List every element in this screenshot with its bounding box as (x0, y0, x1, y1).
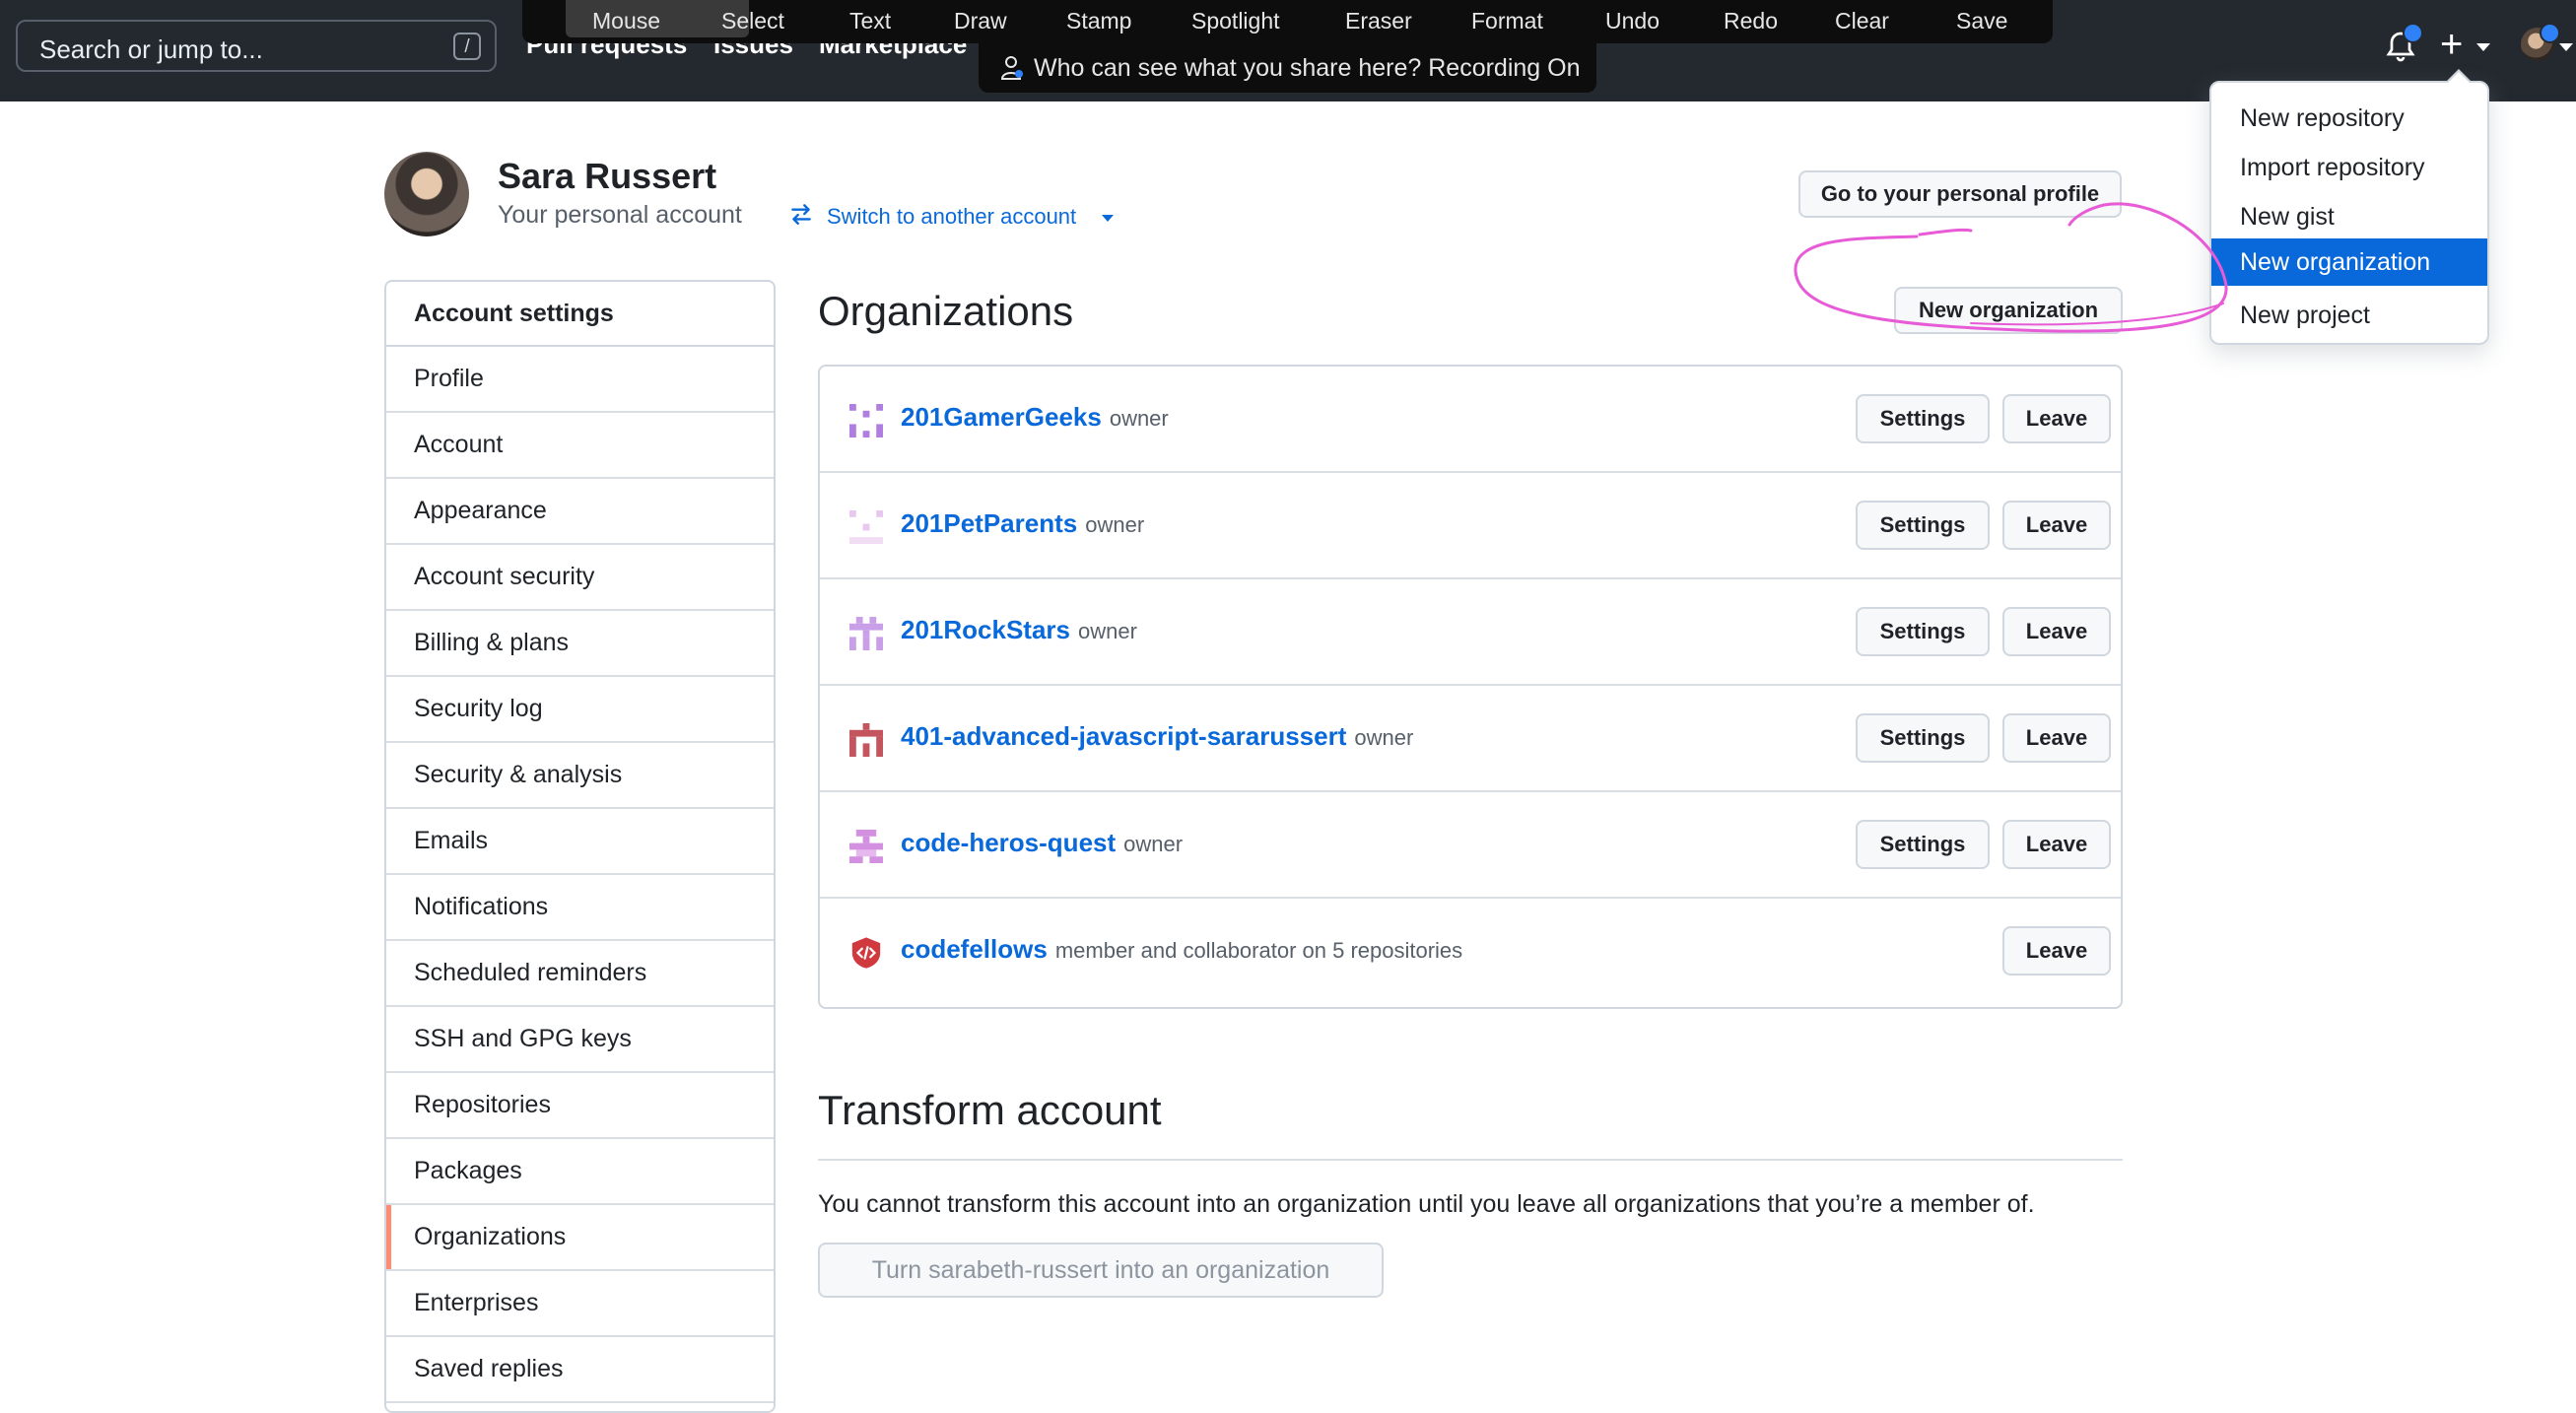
avatar-chevron-down-icon (2559, 43, 2573, 51)
create-dropdown-menu: New repository Import repository New gis… (2209, 81, 2489, 345)
sidebar-item-notifications[interactable]: Notifications (386, 875, 774, 941)
org-role: owner (1123, 832, 1184, 856)
sidebar-item-ssh-gpg-keys[interactable]: SSH and GPG keys (386, 1007, 774, 1073)
tool-save[interactable]: Save (1956, 8, 2007, 34)
org-leave-button[interactable]: Leave (2002, 926, 2111, 976)
tool-draw[interactable]: Draw (954, 8, 1007, 34)
transform-account-button[interactable]: Turn sarabeth-russert into an organizati… (818, 1243, 1384, 1298)
org-leave-button[interactable]: Leave (2002, 820, 2111, 869)
profile-subtitle: Your personal account (498, 201, 742, 229)
sidebar-item-appearance[interactable]: Appearance (386, 479, 774, 545)
org-row: codefellows member and collaborator on 5 … (820, 899, 2121, 1005)
chevron-down-icon (2476, 43, 2490, 51)
menu-item-new-organization[interactable]: New organization (2211, 238, 2487, 286)
sidebar-item-account-security[interactable]: Account security (386, 545, 774, 611)
org-link[interactable]: code-heros-quest owner (901, 828, 1183, 858)
notification-dot (2403, 23, 2423, 43)
org-row: code-heros-quest owner Settings Leave (820, 792, 2121, 899)
sidebar-item-profile[interactable]: Profile (386, 347, 774, 413)
sidebar-item-billing[interactable]: Billing & plans (386, 611, 774, 677)
profile-name: Sara Russert (498, 156, 717, 196)
section-divider (818, 1159, 2123, 1161)
org-identicon-icon (849, 723, 883, 757)
sidebar-item-packages[interactable]: Packages (386, 1139, 774, 1205)
org-leave-button[interactable]: Leave (2002, 394, 2111, 443)
search-input[interactable]: Search or jump to... / (16, 20, 497, 72)
org-role: owner (1109, 406, 1169, 431)
recording-notice-text: Who can see what you share here? Recordi… (1034, 54, 1581, 82)
org-leave-button[interactable]: Leave (2002, 501, 2111, 550)
sidebar-item-account[interactable]: Account (386, 413, 774, 479)
sidebar-item-saved-replies[interactable]: Saved replies (386, 1337, 774, 1403)
org-leave-button[interactable]: Leave (2002, 607, 2111, 656)
org-settings-button[interactable]: Settings (1856, 607, 1990, 656)
switch-chevron-down-icon (1102, 215, 1114, 222)
sidebar-item-security-analysis[interactable]: Security & analysis (386, 743, 774, 809)
sidebar-header: Account settings (386, 282, 774, 347)
org-role: owner (1078, 619, 1137, 643)
sidebar-item-organizations[interactable]: Organizations (386, 1205, 774, 1271)
tool-undo[interactable]: Undo (1605, 8, 1660, 34)
profile-avatar[interactable] (384, 152, 469, 236)
create-new-icon[interactable]: + (2440, 20, 2463, 69)
sidebar-item-repositories[interactable]: Repositories (386, 1073, 774, 1139)
org-identicon-icon (849, 404, 883, 437)
org-settings-button[interactable]: Settings (1856, 501, 1990, 550)
recording-toolbar: Mouse Select Text Draw Stamp Spotlight E… (522, 0, 2053, 43)
sidebar-item-enterprises[interactable]: Enterprises (386, 1271, 774, 1337)
tool-text[interactable]: Text (849, 8, 891, 34)
switch-account-link[interactable]: Switch to another account (827, 204, 1076, 230)
org-settings-button[interactable]: Settings (1856, 713, 1990, 763)
org-role: owner (1354, 725, 1414, 750)
tool-stamp[interactable]: Stamp (1066, 8, 1131, 34)
org-link[interactable]: 201GamerGeeks owner (901, 402, 1169, 433)
sidebar-item-scheduled-reminders[interactable]: Scheduled reminders (386, 941, 774, 1007)
recording-notice[interactable]: Who can see what you share here? Recordi… (979, 43, 1596, 93)
org-role: member and collaborator on 5 repositorie… (1054, 938, 1463, 963)
tool-spotlight[interactable]: Spotlight (1191, 8, 1280, 34)
menu-item-import-repository[interactable]: Import repository (2211, 144, 2487, 191)
sidebar-item-emails[interactable]: Emails (386, 809, 774, 875)
org-row: 401-advanced-javascript-sararussert owner… (820, 686, 2121, 792)
org-settings-button[interactable]: Settings (1856, 820, 1990, 869)
org-row: 201RockStars owner Settings Leave (820, 579, 2121, 686)
menu-item-new-gist[interactable]: New gist (2211, 193, 2487, 240)
menu-item-new-project[interactable]: New project (2211, 292, 2487, 339)
org-link[interactable]: 201RockStars owner (901, 615, 1137, 645)
tool-redo[interactable]: Redo (1724, 8, 1778, 34)
tool-mouse[interactable]: Mouse (592, 8, 660, 34)
tool-eraser[interactable]: Eraser (1345, 8, 1412, 34)
dropdown-arrow-fill (2448, 72, 2470, 83)
tool-format[interactable]: Format (1471, 8, 1543, 34)
org-leave-button[interactable]: Leave (2002, 713, 2111, 763)
org-role: owner (1085, 512, 1145, 537)
organizations-heading: Organizations (818, 288, 1074, 334)
freehand-annotation (1794, 202, 2228, 333)
search-shortcut-key: / (453, 33, 481, 60)
org-row: 201GamerGeeks owner Settings Leave (820, 367, 2121, 473)
global-header: Search or jump to... / Pull requests Iss… (0, 0, 2576, 101)
person-privacy-icon (1000, 56, 1023, 80)
org-link[interactable]: codefellows member and collaborator on 5 … (901, 934, 1462, 965)
avatar-status-dot (2540, 23, 2560, 43)
org-settings-button[interactable]: Settings (1856, 394, 1990, 443)
tool-select[interactable]: Select (721, 8, 784, 34)
search-placeholder: Search or jump to... (39, 34, 263, 64)
menu-item-new-repository[interactable]: New repository (2211, 95, 2487, 142)
org-link[interactable]: 401-advanced-javascript-sararussert owner (901, 721, 1413, 752)
organizations-list: 201GamerGeeks owner Settings Leave 201Pet… (818, 365, 2123, 1009)
org-link[interactable]: 201PetParents owner (901, 508, 1144, 539)
org-identicon-icon (849, 617, 883, 650)
org-identicon-icon (849, 830, 883, 863)
transform-heading: Transform account (818, 1087, 1162, 1133)
org-row: 201PetParents owner Settings Leave (820, 473, 2121, 579)
tool-clear[interactable]: Clear (1835, 8, 1889, 34)
transform-description: You cannot transform this account into a… (818, 1190, 2035, 1218)
settings-sidebar: Account settings Profile Account Appeara… (384, 280, 776, 1413)
arrow-switch-icon[interactable] (788, 201, 814, 227)
org-identicon-icon (849, 510, 883, 544)
sidebar-item-security-log[interactable]: Security log (386, 677, 774, 743)
code-shield-icon (851, 937, 881, 969)
